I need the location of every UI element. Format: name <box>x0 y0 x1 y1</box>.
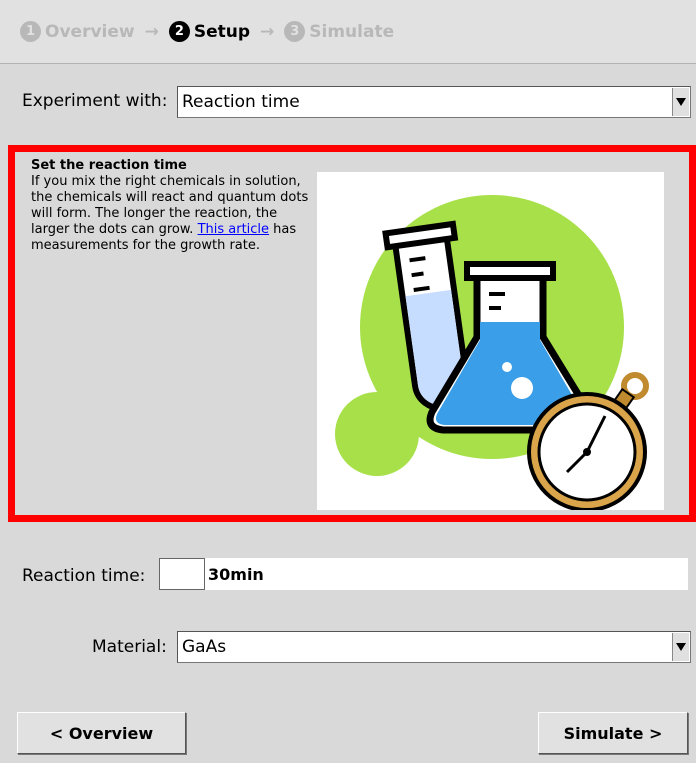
lab-glassware-stopwatch-icon <box>335 195 649 512</box>
step-setup[interactable]: 2 Setup <box>168 21 251 42</box>
arrow-right-icon: → <box>260 21 275 42</box>
description-panel: Set the reaction time If you mix the rig… <box>8 145 696 522</box>
step-label: Setup <box>193 21 251 42</box>
description-text: If you mix the right chemicals in soluti… <box>31 174 319 254</box>
step-number-icon: 2 <box>168 21 190 42</box>
step-overview[interactable]: 1 Overview <box>20 21 135 42</box>
step-number-icon: 1 <box>20 21 41 42</box>
experiment-label: Experiment with: <box>22 91 168 111</box>
simulate-button[interactable]: Simulate > <box>538 712 688 754</box>
overview-back-button[interactable]: < Overview <box>17 712 186 754</box>
experiment-selected-value: Reaction time <box>182 92 300 112</box>
reaction-time-value: 30min <box>205 558 688 590</box>
chevron-down-icon[interactable] <box>672 633 689 661</box>
material-selected-value: GaAs <box>182 637 227 657</box>
material-label: Material: <box>92 637 167 657</box>
experiment-select[interactable]: Reaction time <box>177 86 691 118</box>
reaction-time-label: Reaction time: <box>22 566 146 586</box>
arrow-right-icon: → <box>144 21 159 42</box>
step-label: Overview <box>45 21 135 42</box>
description-title: Set the reaction time <box>31 158 187 173</box>
step-simulate[interactable]: 3 Simulate <box>284 21 394 42</box>
chevron-down-icon[interactable] <box>672 88 689 116</box>
material-select[interactable]: GaAs <box>177 631 691 663</box>
reaction-time-input[interactable] <box>159 558 205 590</box>
wizard-steps: 1 Overview → 2 Setup → 3 Simulate <box>0 0 696 64</box>
step-label: Simulate <box>309 21 395 42</box>
article-link[interactable]: This article <box>198 222 269 237</box>
step-number-icon: 3 <box>284 21 306 42</box>
chemistry-illustration <box>317 172 664 512</box>
